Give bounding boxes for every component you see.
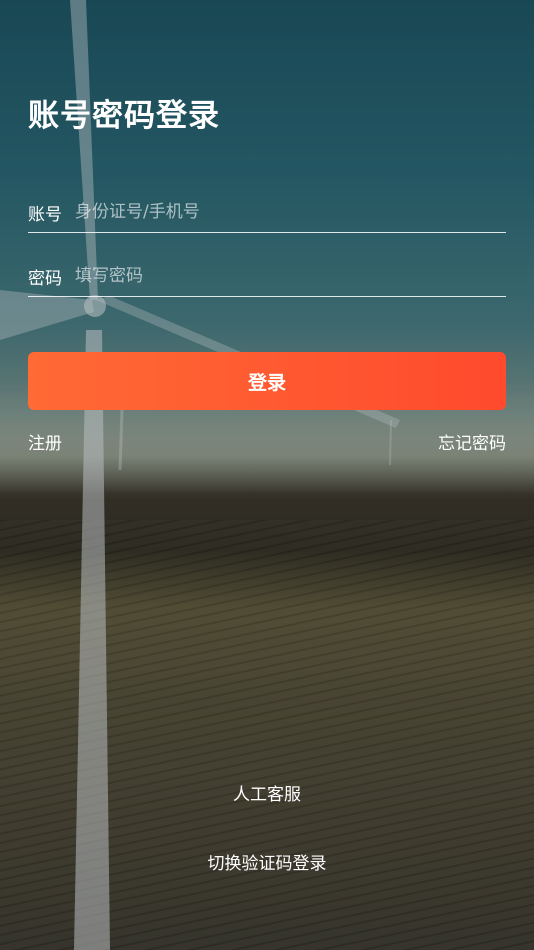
login-button[interactable]: 登录 xyxy=(28,352,506,410)
password-label: 密码 xyxy=(28,268,62,289)
account-input[interactable] xyxy=(75,202,506,222)
customer-service-link[interactable]: 人工客服 xyxy=(0,780,534,805)
account-row: 账号 xyxy=(28,192,506,233)
password-input[interactable] xyxy=(75,266,506,286)
account-label: 账号 xyxy=(28,204,62,225)
login-screen: 账号密码登录 账号 密码 登录 注册 忘记密码 人工客服 切换验证码登录 xyxy=(0,0,534,950)
page-title: 账号密码登录 xyxy=(28,98,220,134)
switch-to-sms-login-link[interactable]: 切换验证码登录 xyxy=(0,849,534,874)
password-row: 密码 xyxy=(28,256,506,297)
forgot-password-link[interactable]: 忘记密码 xyxy=(438,429,506,454)
register-link[interactable]: 注册 xyxy=(28,429,62,454)
